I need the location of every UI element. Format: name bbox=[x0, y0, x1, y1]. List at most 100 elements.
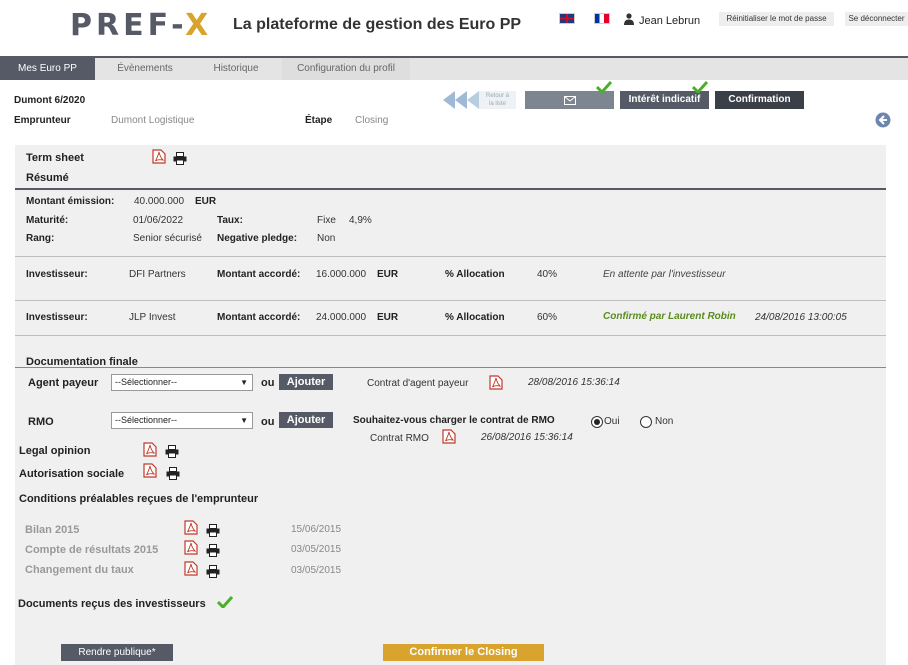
pdf-icon[interactable] bbox=[184, 520, 198, 535]
platform-title: La plateforme de gestion des Euro PP bbox=[233, 16, 522, 33]
rmo-no-radio[interactable] bbox=[640, 416, 652, 428]
tab-mes-euro-pp[interactable]: Mes Euro PP bbox=[0, 58, 95, 80]
or-label: ou bbox=[261, 377, 275, 389]
allocation-label: % Allocation bbox=[445, 269, 505, 280]
rmo-select[interactable]: --Sélectionner-- ▼ bbox=[111, 412, 253, 429]
logo: PREF-X bbox=[70, 8, 213, 43]
step-invitation[interactable] bbox=[525, 91, 614, 109]
investor-name: JLP Invest bbox=[129, 312, 176, 323]
condition-date: 03/05/2015 bbox=[291, 565, 342, 576]
step-interet-indicatif[interactable]: Intérêt indicatif bbox=[620, 91, 709, 109]
borrower-value: Dumont Logistique bbox=[111, 115, 195, 126]
step-invitation-check-icon bbox=[596, 81, 612, 93]
divider bbox=[15, 335, 886, 336]
french-flag-icon[interactable] bbox=[594, 13, 610, 24]
allocation-label: % Allocation bbox=[445, 312, 505, 323]
granted-currency: EUR bbox=[377, 312, 399, 323]
rmo-yes-label: Oui bbox=[604, 416, 620, 427]
summary-label: Résumé bbox=[26, 172, 69, 184]
conditions-title: Conditions préalables reçues de l'emprun… bbox=[19, 493, 259, 505]
rmo-yes-radio[interactable] bbox=[591, 416, 603, 428]
pdf-icon[interactable] bbox=[143, 463, 157, 478]
print-icon[interactable] bbox=[173, 151, 187, 166]
rate-type: Fixe bbox=[317, 215, 336, 226]
print-icon[interactable] bbox=[166, 466, 180, 481]
deal-name: Dumont 6/2020 bbox=[14, 95, 86, 106]
back-arrows-icon bbox=[443, 91, 479, 109]
step-confirmation[interactable]: Confirmation bbox=[715, 91, 804, 109]
stage-label: Étape bbox=[305, 115, 333, 126]
rmo-no-label: Non bbox=[655, 416, 674, 427]
print-icon[interactable] bbox=[165, 444, 179, 459]
english-flag-icon[interactable] bbox=[559, 13, 575, 24]
back-label-1: Retour à bbox=[485, 93, 509, 99]
investor-docs-title: Documents reçus des investisseurs bbox=[18, 598, 206, 610]
condition-label: Compte de résultats 2015 bbox=[25, 544, 159, 556]
borrower-label: Emprunteur bbox=[14, 115, 71, 126]
back-to-list-button[interactable]: Retour à la liste bbox=[443, 91, 516, 109]
maturity-label: Maturité: bbox=[26, 215, 69, 226]
condition-date: 15/06/2015 bbox=[291, 524, 342, 535]
tab-historique[interactable]: Historique bbox=[195, 58, 277, 80]
granted-amount-label: Montant accordé: bbox=[217, 312, 301, 323]
investor-label: Investisseur: bbox=[26, 312, 88, 323]
pdf-icon[interactable] bbox=[184, 561, 198, 576]
chevron-down-icon: ▼ bbox=[240, 378, 248, 387]
divider bbox=[15, 300, 886, 301]
rmo-date: 26/08/2016 15:36:14 bbox=[481, 432, 573, 443]
divider bbox=[15, 256, 886, 257]
print-icon[interactable] bbox=[206, 523, 220, 538]
term-sheet-label: Term sheet bbox=[26, 152, 84, 164]
social-authorization-label: Autorisation sociale bbox=[19, 468, 125, 480]
investor-name: DFI Partners bbox=[129, 269, 186, 280]
rate-value: 4,9% bbox=[349, 215, 372, 226]
legal-opinion-label: Legal opinion bbox=[19, 445, 91, 457]
user-name: Jean Lebrun bbox=[639, 15, 701, 27]
envelope-icon bbox=[563, 96, 576, 105]
tab-evenements[interactable]: Évènements bbox=[100, 58, 190, 80]
amount-value: 40.000.000 bbox=[134, 196, 185, 207]
pdf-icon[interactable] bbox=[442, 429, 456, 444]
rate-label: Taux: bbox=[217, 215, 243, 226]
user-icon bbox=[624, 13, 634, 25]
pdf-icon[interactable] bbox=[143, 442, 157, 457]
condition-label: Changement du taux bbox=[25, 564, 134, 576]
condition-label: Bilan 2015 bbox=[25, 524, 80, 536]
add-paying-agent-button[interactable]: Ajouter bbox=[279, 374, 333, 390]
granted-amount-label: Montant accordé: bbox=[217, 269, 301, 280]
rmo-question: Souhaitez-vous charger le contrat de RMO bbox=[353, 415, 555, 426]
rank-value: Senior sécurisé bbox=[133, 233, 202, 244]
make-public-button[interactable]: Rendre publique* bbox=[61, 644, 173, 661]
print-icon[interactable] bbox=[206, 564, 220, 579]
paying-agent-select[interactable]: --Sélectionner-- ▼ bbox=[111, 374, 253, 391]
paying-agent-date: 28/08/2016 15:36:14 bbox=[528, 377, 620, 388]
step-interet-check-icon bbox=[692, 81, 708, 93]
pdf-icon[interactable] bbox=[489, 375, 503, 390]
allocation-value: 40% bbox=[537, 269, 558, 280]
add-rmo-button[interactable]: Ajouter bbox=[279, 412, 333, 428]
pdf-icon[interactable] bbox=[152, 149, 166, 164]
amount-currency: EUR bbox=[195, 196, 217, 207]
amount-label: Montant émission: bbox=[26, 196, 115, 207]
pdf-icon[interactable] bbox=[184, 540, 198, 555]
confirm-closing-button[interactable]: Confirmer le Closing bbox=[383, 644, 544, 661]
condition-date: 03/05/2015 bbox=[291, 544, 342, 555]
pledge-label: Negative pledge: bbox=[217, 233, 298, 244]
maturity-value: 01/06/2022 bbox=[133, 215, 184, 226]
investor-status: En attente par l'investisseur bbox=[603, 269, 726, 280]
granted-amount: 24.000.000 bbox=[316, 312, 367, 323]
tab-configuration-profil[interactable]: Configuration du profil bbox=[282, 58, 410, 80]
logout-button[interactable]: Se déconnecter bbox=[845, 12, 908, 26]
rmo-label: RMO bbox=[28, 416, 54, 428]
summary-divider bbox=[15, 188, 886, 190]
paying-agent-contract: Contrat d'agent payeur bbox=[367, 378, 469, 389]
rmo-contract: Contrat RMO bbox=[370, 433, 429, 444]
back-circle-icon[interactable] bbox=[875, 112, 891, 128]
main-nav: Mes Euro PP Évènements Historique Config… bbox=[0, 56, 908, 80]
print-icon[interactable] bbox=[206, 543, 220, 558]
investor-status: Confirmé par Laurent Robin bbox=[603, 311, 736, 322]
reset-password-button[interactable]: Réinitialiser le mot de passe bbox=[719, 12, 834, 26]
granted-amount: 16.000.000 bbox=[316, 269, 367, 280]
pledge-value: Non bbox=[317, 233, 336, 244]
granted-currency: EUR bbox=[377, 269, 399, 280]
